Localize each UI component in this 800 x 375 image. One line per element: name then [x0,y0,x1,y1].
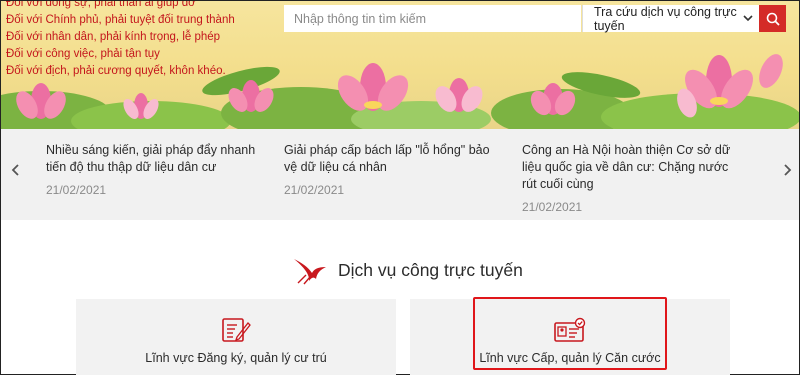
news-title[interactable]: Nhiều sáng kiến, giải pháp đẩy nhanh tiế… [46,142,268,176]
news-item[interactable]: Công an Hà Nội hoàn thiện Cơ sở dữ liệu … [522,142,744,214]
chevron-right-icon[interactable] [782,163,792,177]
news-item[interactable]: Nhiều sáng kiến, giải pháp đẩy nhanh tiế… [46,142,268,197]
news-title[interactable]: Giải pháp cấp bách lấp "lỗ hổng" bảo vệ … [284,142,506,176]
news-item[interactable]: Giải pháp cấp bách lấp "lỗ hổng" bảo vệ … [284,142,506,197]
news-title[interactable]: Công an Hà Nội hoàn thiện Cơ sở dữ liệu … [522,142,744,193]
services-title: Dịch vụ công trực tuyến [338,259,523,280]
crane-bird-icon [294,259,326,285]
service-card-label: Lĩnh vực Đăng ký, quản lý cư trú [145,351,327,365]
motto-text: Đối với đồng sự, phải thân ái giúp đỡ Đố… [6,1,235,80]
search-category-value: Tra cứu dịch vụ công trực tuyến [594,4,737,33]
motto-line: Đối với nhân dân, phải kính trọng, lễ ph… [6,31,221,43]
news-date: 21/02/2021 [284,183,345,197]
motto-line: Đối với đồng sự, phải thân ái giúp đỡ [6,1,196,9]
search-category-select[interactable]: Tra cứu dịch vụ công trực tuyến [582,4,759,33]
news-date: 21/02/2021 [522,200,583,214]
motto-line: Đối với địch, phải cương quyết, khôn khé… [6,65,226,77]
services-heading: Dịch vụ công trực tuyến [292,255,523,285]
search-button[interactable] [759,5,786,32]
service-card-id-card[interactable]: Lĩnh vực Cấp, quản lý Căn cước [410,299,730,375]
chevron-down-icon [743,15,753,22]
service-card-label: Lĩnh vực Cấp, quản lý Căn cước [479,351,661,365]
id-card-icon [554,317,586,342]
search-icon [766,12,780,26]
chevron-left-icon[interactable] [11,163,21,177]
motto-line: Đối với Chính phủ, phải tuyệt đối trung … [6,14,235,26]
header-banner: Đối với đồng sự, phải thân ái giúp đỡ Đố… [1,1,799,129]
service-card-residence[interactable]: Lĩnh vực Đăng ký, quản lý cư trú [76,299,396,375]
motto-line: Đối với công việc, phải tận tụy [6,48,160,60]
search-input[interactable] [284,5,581,32]
registration-form-icon [222,318,251,342]
news-date: 21/02/2021 [46,183,107,197]
news-carousel: Nhiều sáng kiến, giải pháp đẩy nhanh tiế… [1,129,799,220]
